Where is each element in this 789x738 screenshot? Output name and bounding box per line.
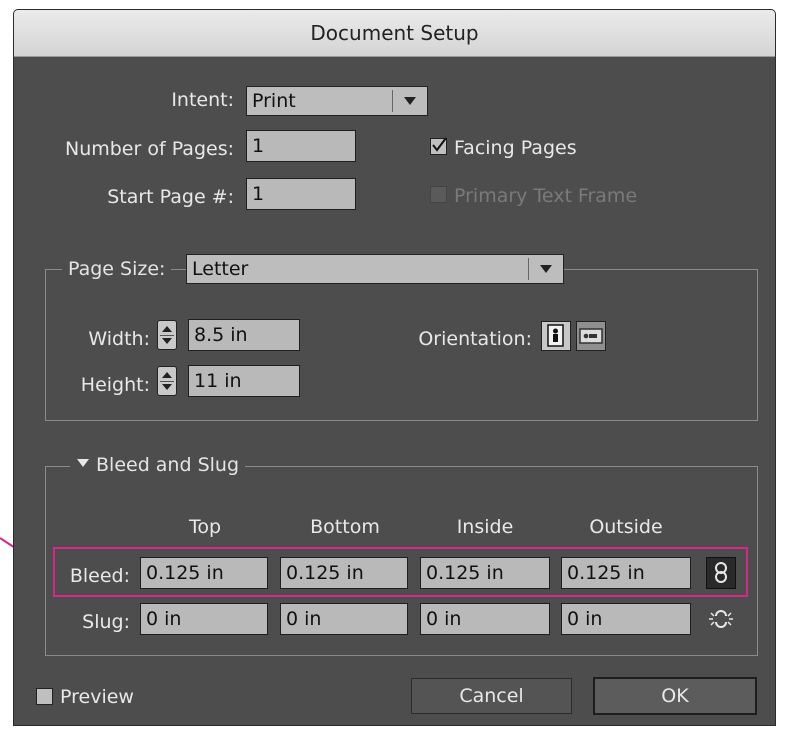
slug-inside-input[interactable]: 0 in <box>420 603 550 635</box>
portrait-button[interactable] <box>541 321 571 351</box>
number-of-pages-label: Number of Pages: <box>64 138 234 160</box>
column-top: Top <box>188 516 222 538</box>
chain-linked-icon <box>715 562 727 583</box>
orientation-label: Orientation: <box>418 328 532 350</box>
bleed-label: Bleed: <box>69 565 130 587</box>
bleed-link-button[interactable] <box>706 557 736 589</box>
facing-pages-label: Facing Pages <box>454 137 577 159</box>
intent-value: Print <box>252 90 296 112</box>
chain-broken-icon <box>709 610 733 628</box>
intent-label: Intent: <box>171 89 234 111</box>
preview-checkbox[interactable] <box>36 688 53 705</box>
dropdown-arrow-icon <box>533 255 559 283</box>
slug-link-button[interactable] <box>706 603 736 635</box>
bleed-slug-header[interactable]: Bleed and Slug <box>70 454 246 476</box>
page-size-value: Letter <box>192 258 249 280</box>
bleed-bottom-input[interactable]: 0.125 in <box>280 557 408 589</box>
landscape-button[interactable] <box>576 321 606 351</box>
slug-bottom-input[interactable]: 0 in <box>280 603 408 635</box>
start-page-input[interactable]: 1 <box>246 178 356 210</box>
start-page-label: Start Page #: <box>107 186 234 208</box>
page-size-label: Page Size: <box>62 258 172 280</box>
slug-top-input[interactable]: 0 in <box>140 603 268 635</box>
height-stepper[interactable] <box>157 366 177 396</box>
landscape-icon <box>579 328 603 344</box>
portrait-icon <box>547 324 564 347</box>
checkmark-icon <box>432 137 447 152</box>
bleed-inside-input[interactable]: 0.125 in <box>420 557 550 589</box>
slug-label: Slug: <box>82 611 130 633</box>
column-outside: Outside <box>589 516 663 538</box>
ok-button[interactable]: OK <box>593 677 757 715</box>
column-bottom: Bottom <box>310 516 380 538</box>
facing-pages-checkbox[interactable] <box>430 137 447 155</box>
window-title: Document Setup <box>14 10 775 57</box>
height-label: Height: <box>80 374 150 396</box>
primary-text-frame-checkbox[interactable] <box>430 186 447 203</box>
bleed-top-input[interactable]: 0.125 in <box>140 557 268 589</box>
column-inside: Inside <box>456 516 514 538</box>
height-input[interactable]: 11 in <box>188 365 300 397</box>
preview-label: Preview <box>60 686 134 708</box>
width-input[interactable]: 8.5 in <box>188 319 300 351</box>
cancel-button[interactable]: Cancel <box>411 678 572 714</box>
dropdown-arrow-icon <box>397 87 423 115</box>
disclosure-triangle-icon <box>77 459 89 467</box>
primary-text-frame-label: Primary Text Frame <box>454 185 638 207</box>
intent-dropdown[interactable]: Print <box>246 86 428 116</box>
page-size-dropdown[interactable]: Letter <box>186 254 564 284</box>
bleed-slug-title: Bleed and Slug <box>96 454 240 476</box>
document-setup-dialog: Document Setup Intent: Print Number of P… <box>13 9 776 726</box>
width-label: Width: <box>88 328 150 350</box>
bleed-outside-input[interactable]: 0.125 in <box>561 557 691 589</box>
number-of-pages-input[interactable]: 1 <box>246 130 356 162</box>
slug-outside-input[interactable]: 0 in <box>561 603 691 635</box>
width-stepper[interactable] <box>157 320 177 350</box>
